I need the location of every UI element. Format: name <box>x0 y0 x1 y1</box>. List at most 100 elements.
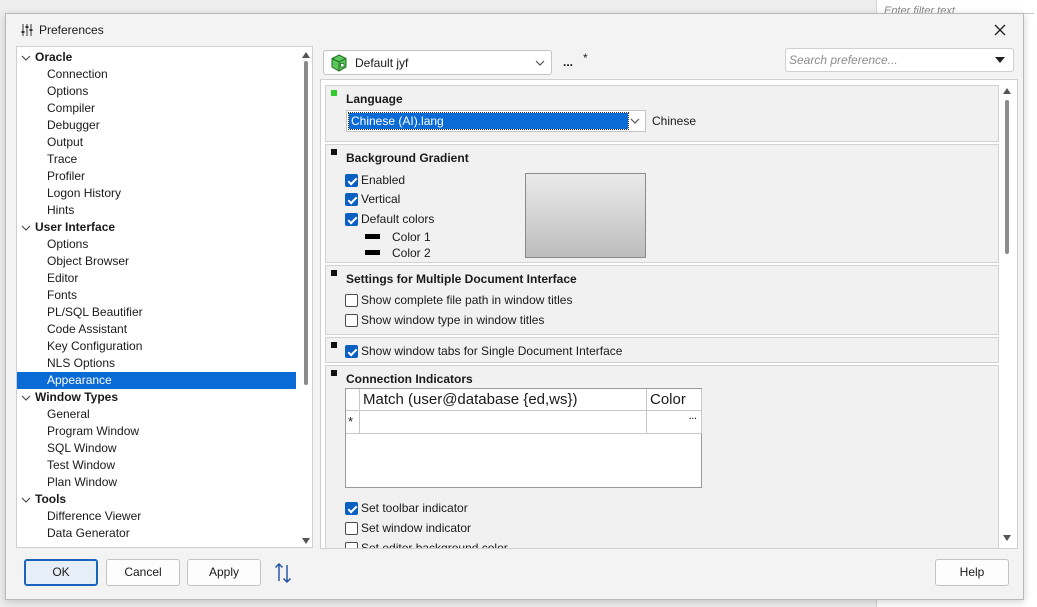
chevron-down-icon[interactable] <box>21 393 31 403</box>
checkbox-label: Show window tabs for Single Document Int… <box>361 344 623 358</box>
tree-item[interactable]: Compiler <box>47 100 95 117</box>
tree-category[interactable]: Tools <box>35 491 66 508</box>
tree-item[interactable]: Appearance <box>17 372 296 389</box>
section-title: Background Gradient <box>346 151 469 165</box>
tree-item[interactable]: Options <box>47 236 88 253</box>
checkbox-box[interactable] <box>345 542 358 548</box>
title-bar: Preferences <box>6 14 1023 46</box>
tree-scroll-thumb[interactable] <box>304 61 308 385</box>
color-swatch <box>365 234 380 239</box>
checkbox-box[interactable] <box>345 213 358 226</box>
tree-category[interactable]: Oracle <box>35 49 72 66</box>
gradient-preview <box>525 173 646 258</box>
chevron-down-icon[interactable] <box>21 495 31 505</box>
close-icon[interactable] <box>991 21 1009 39</box>
tree-category[interactable]: User Interface <box>35 219 115 236</box>
apply-button[interactable]: Apply <box>187 559 261 586</box>
section-marker <box>331 342 337 348</box>
column-header-color[interactable]: Color <box>647 389 702 411</box>
profile-label: Default jyf <box>355 56 409 70</box>
color-swatch <box>365 250 380 255</box>
chevron-down-icon[interactable] <box>21 223 31 233</box>
dialog-title: Preferences <box>39 23 104 37</box>
search-input[interactable] <box>789 52 989 68</box>
checkbox-box[interactable] <box>345 193 358 206</box>
section-title: Language <box>346 92 403 106</box>
tree-item[interactable]: Code Assistant <box>47 321 127 338</box>
color-label: Color 2 <box>392 246 431 260</box>
checkbox-box[interactable] <box>345 314 358 327</box>
checkbox-box[interactable] <box>345 502 358 515</box>
tree-item[interactable]: Test Window <box>47 457 115 474</box>
help-button[interactable]: Help <box>935 559 1009 586</box>
tree-item[interactable]: Profiler <box>47 168 85 185</box>
tree-item[interactable]: Hints <box>47 202 74 219</box>
checkbox-box[interactable] <box>345 174 358 187</box>
tree-item[interactable]: Output <box>47 134 83 151</box>
cancel-button[interactable]: Cancel <box>106 559 180 586</box>
tree-item[interactable]: Fonts <box>47 287 77 304</box>
language-select[interactable]: Chinese (AI).lang <box>346 110 646 132</box>
scroll-down-icon[interactable] <box>1002 534 1012 542</box>
settings-panel: Language Chinese (AI).lang Chinese Backg… <box>320 79 1018 549</box>
section-sdi: Show window tabs for Single Document Int… <box>325 337 999 363</box>
language-value: Chinese (AI).lang <box>348 112 629 130</box>
tree-item[interactable]: Difference Viewer <box>47 508 141 525</box>
checkbox-box[interactable] <box>345 345 358 358</box>
checkbox-label: Show window type in window titles <box>361 313 545 327</box>
tree-item[interactable]: Connection <box>47 66 108 83</box>
tree-item[interactable]: Plan Window <box>47 474 117 491</box>
tree-item[interactable]: Object Browser <box>47 253 129 270</box>
sliders-icon <box>21 24 33 36</box>
checkbox-label: Enabled <box>361 173 406 187</box>
tree-item[interactable]: PL/SQL Beautifier <box>47 304 143 321</box>
checkbox-label: Set window indicator <box>361 521 472 535</box>
tree-item[interactable]: Program Window <box>47 423 139 440</box>
column-header-match[interactable]: Match (user@database {ed,ws}) <box>360 389 647 411</box>
tree-item[interactable]: NLS Options <box>47 355 115 372</box>
section-background-gradient: Background Gradient Enabled Vertical Def… <box>325 144 999 263</box>
sort-arrows-icon[interactable] <box>273 561 293 585</box>
tree-category[interactable]: Window Types <box>35 389 118 406</box>
tree-item[interactable]: Key Configuration <box>47 338 142 355</box>
checkbox-box[interactable] <box>345 294 358 307</box>
section-mdi: Settings for Multiple Document Interface… <box>325 265 999 335</box>
tree-item[interactable]: Trace <box>47 151 77 168</box>
tree-item[interactable]: Data Generator <box>47 525 130 542</box>
tree-item[interactable]: Options <box>47 83 88 100</box>
language-description: Chinese <box>652 114 697 128</box>
grid-corner <box>346 389 360 411</box>
color-picker-button[interactable]: ··· <box>689 415 697 423</box>
tree-item[interactable]: Logon History <box>47 185 121 202</box>
chevron-down-icon <box>630 118 640 124</box>
scroll-down-icon[interactable] <box>301 537 311 545</box>
scroll-up-icon[interactable] <box>301 51 311 59</box>
scroll-up-icon[interactable] <box>1002 87 1012 95</box>
checkbox-label: Vertical <box>361 192 401 206</box>
tree-item[interactable]: SQL Window <box>47 440 117 457</box>
ok-button[interactable]: OK <box>24 559 98 586</box>
new-row-marker: * <box>346 411 360 434</box>
cube-icon <box>331 54 347 72</box>
tree-item[interactable]: Editor <box>47 270 78 287</box>
tree-item[interactable]: Debugger <box>47 117 100 134</box>
chevron-down-icon[interactable] <box>21 53 31 63</box>
settings-scrollbar[interactable] <box>1001 80 1013 548</box>
match-cell[interactable] <box>360 411 647 434</box>
color-cell[interactable]: ··· <box>647 411 702 434</box>
tree-scrollbar[interactable] <box>300 47 312 547</box>
checkbox-label: Default colors <box>361 212 435 226</box>
search-box[interactable] <box>785 48 1014 72</box>
chevron-down-icon[interactable] <box>995 57 1005 64</box>
modified-indicator: * <box>583 51 588 65</box>
checkbox-label: Set editor background color <box>361 541 508 549</box>
section-language: Language Chinese (AI).lang Chinese <box>325 85 999 142</box>
profile-menu-button[interactable]: ... <box>563 55 573 69</box>
checkbox-box[interactable] <box>345 522 358 535</box>
settings-scroll-thumb[interactable] <box>1005 100 1009 254</box>
section-marker <box>331 149 337 155</box>
section-marker <box>331 270 337 276</box>
profile-select[interactable]: Default jyf <box>323 50 552 75</box>
indicator-grid[interactable]: Match (user@database {ed,ws}) Color * ··… <box>345 388 702 488</box>
tree-item[interactable]: General <box>47 406 90 423</box>
